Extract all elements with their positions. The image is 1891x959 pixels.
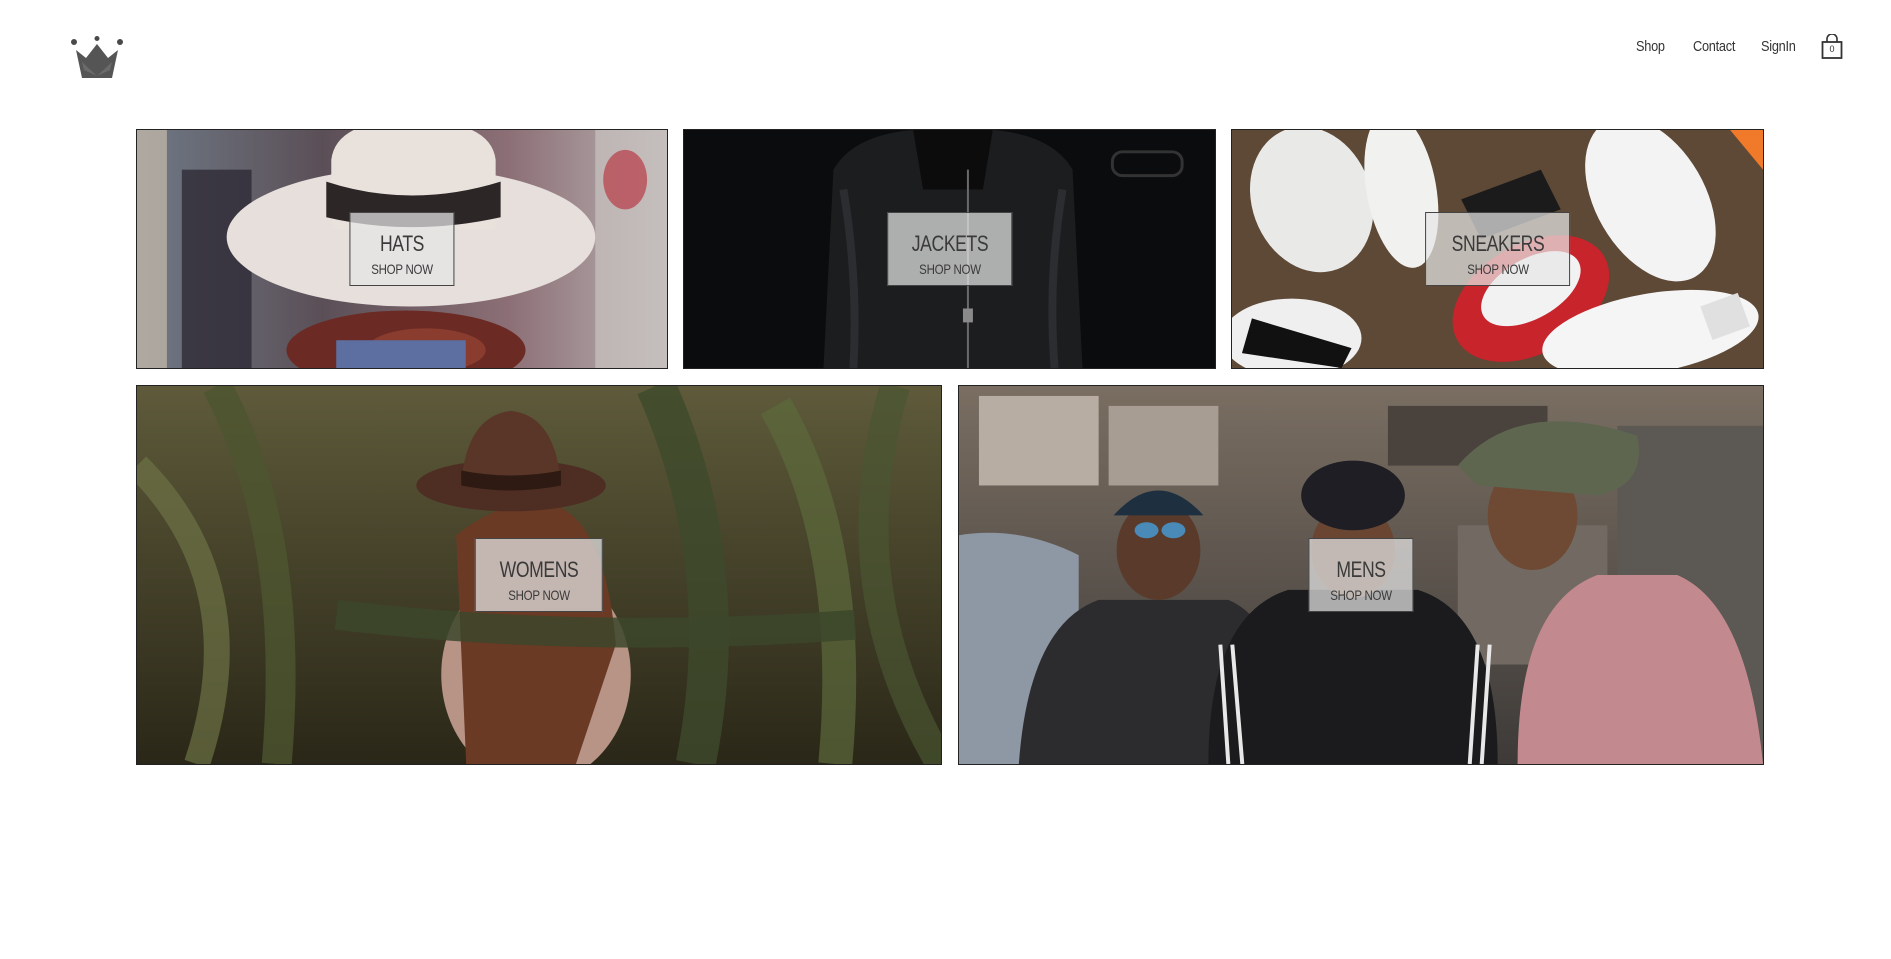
main-nav: Shop Contact SignIn 0 (0, 33, 1891, 62)
category-tile-mens[interactable]: MENS SHOP NOW (958, 385, 1764, 765)
category-tile-hats[interactable]: HATS SHOP NOW (136, 129, 668, 369)
shop-now-link[interactable]: SHOP NOW (1450, 261, 1545, 277)
category-title: WOMENS (499, 557, 579, 582)
cart-count: 0 (1829, 44, 1835, 54)
category-title: SNEAKERS (1451, 231, 1544, 256)
nav-shop-link[interactable]: Shop (1636, 38, 1665, 55)
nav-signin-link[interactable]: SignIn (1761, 38, 1796, 55)
womens-label[interactable]: WOMENS SHOP NOW (474, 538, 604, 612)
shop-now-link[interactable]: SHOP NOW (499, 587, 580, 603)
shop-now-link[interactable]: SHOP NOW (371, 261, 433, 277)
shop-now-link[interactable]: SHOP NOW (1330, 587, 1392, 603)
hats-label[interactable]: HATS SHOP NOW (349, 212, 455, 286)
category-title: MENS (1336, 557, 1386, 582)
nav-contact-link[interactable]: Contact (1693, 38, 1735, 55)
category-tile-jackets[interactable]: JACKETS SHOP NOW (683, 129, 1216, 369)
site-header: Shop Contact SignIn 0 (0, 0, 1891, 110)
mens-label[interactable]: MENS SHOP NOW (1308, 538, 1414, 612)
shop-now-link[interactable]: SHOP NOW (910, 261, 988, 277)
category-tile-womens[interactable]: WOMENS SHOP NOW (136, 385, 942, 765)
jackets-label[interactable]: JACKETS SHOP NOW (886, 212, 1013, 286)
sneakers-label[interactable]: SNEAKERS SHOP NOW (1424, 212, 1571, 286)
category-tile-sneakers[interactable]: SNEAKERS SHOP NOW (1231, 129, 1764, 369)
category-title: HATS (379, 231, 425, 256)
category-title: JACKETS (911, 231, 988, 256)
shopping-bag-icon[interactable]: 0 (1820, 33, 1844, 60)
